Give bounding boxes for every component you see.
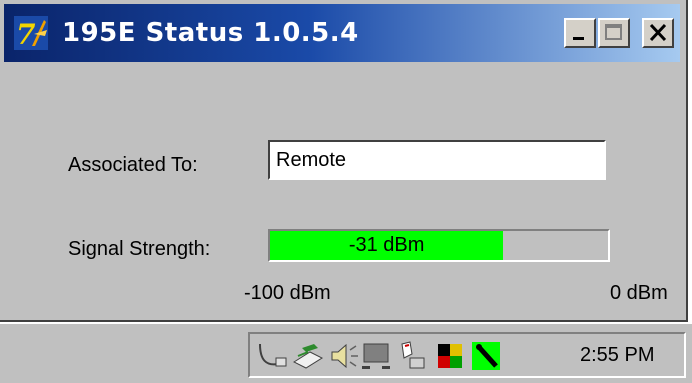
minimize-button[interactable] [564, 18, 596, 48]
status-window: 7 195E Status 1.0.5.4 Associated To: Sig… [0, 0, 688, 322]
mouse-icon[interactable] [396, 340, 428, 372]
clock[interactable]: 2:55 PM [580, 344, 654, 367]
associated-to-label: Associated To: [68, 154, 198, 176]
color-flag-icon[interactable] [434, 340, 466, 372]
app-logo-icon[interactable]: 7 [14, 16, 48, 50]
network-cable-icon[interactable] [256, 340, 288, 372]
maximize-icon [605, 24, 622, 40]
wireless-icon[interactable] [470, 340, 502, 372]
system-tray: 2:55 PM [248, 332, 686, 378]
close-button[interactable] [642, 18, 674, 48]
scale-max-label: 0 dBm [610, 282, 668, 304]
signal-strength-value: -31 dBm [348, 234, 425, 256]
signal-strength-meter: -31 dBm [268, 229, 610, 262]
taskbar: 2:55 PM [0, 322, 692, 383]
display-icon[interactable] [360, 340, 392, 372]
minimize-icon [573, 37, 584, 40]
title-bar[interactable]: 7 195E Status 1.0.5.4 [4, 4, 680, 62]
volume-icon[interactable] [328, 340, 360, 372]
close-icon [649, 23, 667, 42]
window-title: 195E Status 1.0.5.4 [62, 18, 359, 48]
signal-strength-label: Signal Strength: [68, 238, 211, 260]
associated-to-field[interactable] [268, 140, 606, 180]
maximize-button[interactable] [598, 18, 630, 48]
scale-min-label: -100 dBm [244, 282, 331, 304]
usb-device-icon[interactable] [292, 340, 324, 372]
